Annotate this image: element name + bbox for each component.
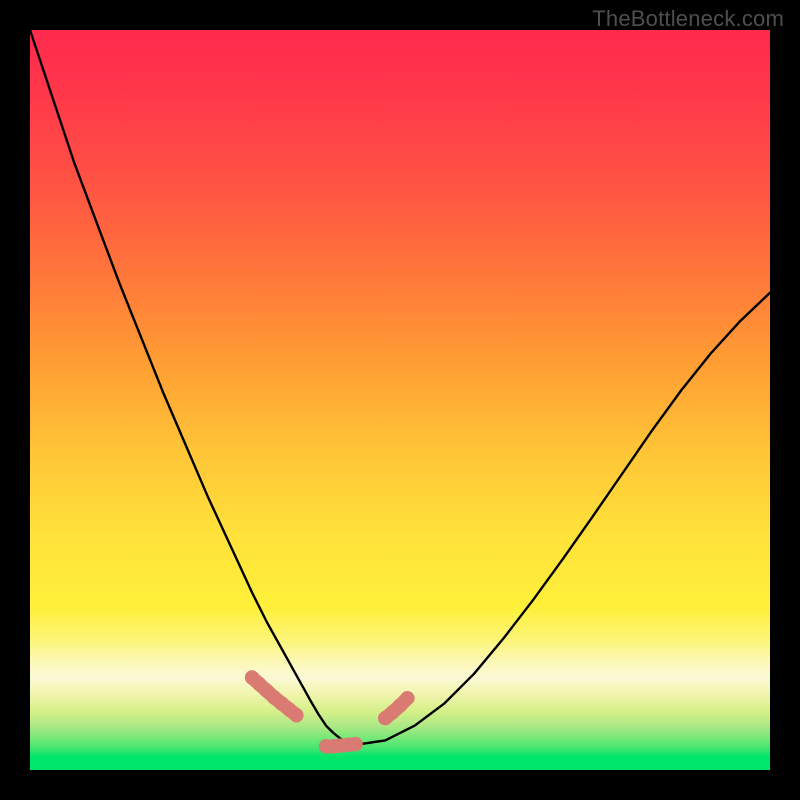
gradient-background [30, 30, 770, 770]
dip-highlight-dot [289, 708, 303, 722]
plot-area [30, 30, 770, 770]
chart-frame: TheBottleneck.com [0, 0, 800, 800]
bottleneck-chart [30, 30, 770, 770]
dip-highlight-dot [348, 737, 362, 751]
watermark-text: TheBottleneck.com [592, 6, 784, 32]
dip-highlight-dot [400, 691, 414, 705]
